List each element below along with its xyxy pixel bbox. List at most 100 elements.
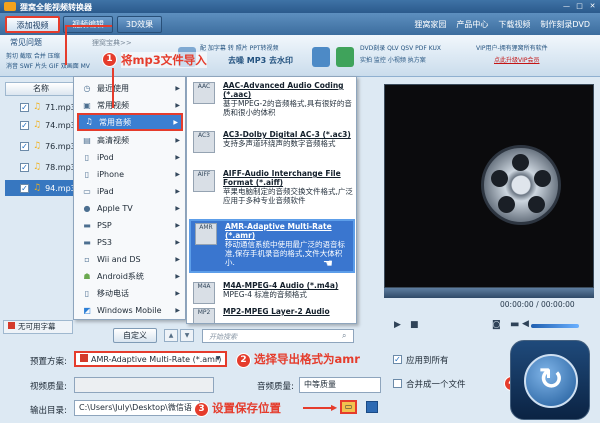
output-dir-input[interactable]: C:\Users\July\Desktop\微信语 (74, 400, 200, 416)
menu-item-windows-mobile[interactable]: ◩ Windows Mobile ▶ (77, 302, 183, 319)
menu-item-recent[interactable]: ◷最近使用▶ (77, 80, 183, 97)
close-button[interactable]: ✕ (587, 1, 598, 11)
ipod-icon: ▯ (84, 152, 90, 162)
maximize-button[interactable]: □ (574, 1, 585, 11)
menu-item-common-audio[interactable]: ♫ 常用音频 ▶ (77, 113, 183, 131)
menu-item-ipod[interactable]: ▯ iPod ▶ (77, 149, 183, 166)
submenu-arrow-icon: ▶ (175, 188, 180, 195)
file-row[interactable]: ✓ ♫ 74.mp3 (5, 117, 77, 133)
annotation-save: 设置保存位置 (212, 401, 281, 415)
stop-icon[interactable]: ■ (410, 320, 419, 330)
iphone-icon: ▯ (84, 169, 90, 179)
minimize-button[interactable]: — (561, 1, 572, 11)
preset-select[interactable]: AMR-Adaptive Multi-Rate (*.amr) (74, 351, 227, 367)
chevron-down-icon[interactable]: ▼ (211, 353, 225, 366)
subtitle-select[interactable]: 无可用字幕 (3, 320, 73, 334)
m4a-file-icon: M4A (193, 282, 215, 304)
format-item-m4a[interactable]: M4A M4A-MPEG-4 Audio (*.m4a) MPEG-4 标准的音… (189, 280, 355, 304)
ipad-icon: ▭ (83, 186, 91, 196)
link-download-video[interactable]: 下载视频 (498, 19, 530, 30)
submenu-arrow-icon: ▶ (175, 290, 180, 297)
aac-file-icon: AAC (193, 82, 215, 104)
checkbox[interactable]: ✓ (20, 141, 29, 151)
menu-item-mobile-phone[interactable]: ▯ 移动电话 ▶ (77, 285, 183, 302)
move-down-button[interactable]: ▼ (180, 329, 194, 342)
merge-label: 合并成一个文件 (406, 380, 466, 390)
open-folder-icon[interactable] (366, 401, 378, 413)
vip-upgrade-link[interactable]: 点此升级VIP会员 (494, 56, 540, 65)
clock-icon: ◷ (83, 83, 91, 93)
submenu-arrow-icon: ▶ (175, 171, 180, 178)
volume-slider[interactable] (531, 324, 579, 328)
film-reel-icon (481, 145, 561, 225)
menu-item-common-video[interactable]: ▣常用视频▶ (77, 97, 183, 114)
audio-quality-label: 音频质量: (257, 382, 294, 392)
mouse-cursor-icon: ☚ (323, 257, 333, 270)
speaker-icon[interactable]: ◀ (522, 319, 529, 329)
wii-icon: ▫ (84, 254, 90, 264)
checkbox[interactable]: ✓ (20, 162, 29, 172)
format-item-aac[interactable]: AAC AAC-Advanced Audio Coding (*.aac) 基于… (189, 80, 355, 118)
menu-item-ps3[interactable]: ▬ PS3 ▶ (77, 234, 183, 251)
convert-icon: ↻ (524, 354, 578, 408)
feature-list-dvd-1[interactable]: DVD刻录 QLV QSV PDF KUX (360, 44, 441, 53)
menu-item-hd-video[interactable]: ▤ 高清视频 ▶ (77, 132, 183, 149)
file-row-selected[interactable]: ✓ ♫ 94.mp3 (5, 180, 77, 196)
menu-item-iphone[interactable]: ▯ iPhone ▶ (77, 166, 183, 183)
convert-button[interactable]: ↻ (510, 340, 590, 420)
camera-icon[interactable]: ◙ (492, 320, 501, 330)
checkbox[interactable]: ✓ (20, 102, 29, 112)
vip-text: VIP用户-拥有狸窝所有软件 (476, 45, 548, 52)
file-row[interactable]: ✓ ♫ 71.mp3 (5, 99, 77, 115)
step-badge-3: 3 (194, 402, 209, 417)
apple-icon: ● (83, 203, 91, 213)
format-item-ac3[interactable]: AC3 AC3-Dolby Digital AC-3 (*.ac3) 支持多声道… (189, 129, 355, 153)
video-preview[interactable] (384, 84, 594, 288)
submenu-arrow-icon: ▶ (175, 102, 180, 109)
step-badge-2: 2 (236, 353, 251, 368)
format-item-mp2[interactable]: MP2 MP2-MPEG Layer-2 Audio (189, 306, 355, 323)
feature-list-mid-1[interactable]: 配 加字幕 转 照片 PPT转视频 (200, 44, 279, 53)
feature-list-dvd-2[interactable]: 实拍 监控 小视频 执方案 (360, 56, 426, 65)
file-row[interactable]: ✓ ♫ 78.mp3 (5, 159, 77, 175)
link-home[interactable]: 狸窝家园 (414, 19, 446, 30)
customize-button[interactable]: 自定义 (113, 328, 157, 343)
ps3-icon: ▬ (83, 237, 91, 247)
checkbox[interactable]: ✓ (20, 183, 29, 193)
amr-format-icon (80, 354, 88, 362)
hd-icon: ▤ (83, 135, 91, 145)
menu-item-ipad[interactable]: ▭ iPad ▶ (77, 183, 183, 200)
music-note-icon: ♫ (33, 183, 42, 193)
audio-quality-select[interactable]: 中等质量 (299, 377, 381, 393)
play-icon[interactable]: ▶ (394, 320, 401, 330)
menu-item-psp[interactable]: ▬ PSP ▶ (77, 217, 183, 234)
move-up-button[interactable]: ▲ (164, 329, 178, 342)
add-video-button[interactable]: 添加视频 (5, 16, 60, 33)
merge-checkbox[interactable] (393, 379, 402, 388)
android-icon: ☗ (83, 271, 91, 281)
file-row[interactable]: ✓ ♫ 76.mp3 (5, 138, 77, 154)
folder-icon[interactable]: ▬ (510, 319, 519, 330)
category-menu: ◷最近使用▶ ▣常用视频▶ ♫常用音频▶ ▤高清视频▶ ▯iPod▶ ▯iPho… (73, 76, 186, 320)
seek-bar[interactable] (384, 288, 594, 298)
format-item-aiff[interactable]: AIFF AIFF-Audio Interchange File Format … (189, 168, 355, 206)
menu-item-apple-tv[interactable]: ● Apple TV ▶ (77, 200, 183, 217)
video-quality-select[interactable] (74, 377, 214, 393)
video-quality-label: 视频质量: (30, 382, 67, 392)
feature-list-left-1[interactable]: 剪切 截取 合并 压缩 (6, 52, 60, 61)
ac3-file-icon: AC3 (193, 131, 215, 153)
folder-button[interactable]: ▭ (340, 400, 357, 414)
format-search-input[interactable]: 开始搜索 (202, 329, 354, 343)
menu-item-wii-ds[interactable]: ▫ Wii and DS ▶ (77, 251, 183, 268)
feature-list-mid-2[interactable]: 去噪 MP3 去水印 (228, 56, 293, 65)
checkbox[interactable]: ✓ (20, 120, 29, 130)
file-list-header[interactable]: 名称 (5, 82, 77, 96)
link-dvd[interactable]: 制作刻录DVD (540, 19, 590, 30)
link-products[interactable]: 产品中心 (456, 19, 488, 30)
dvd-icon (312, 47, 330, 67)
apply-all-checkbox[interactable]: ✓ (393, 355, 402, 364)
menu-item-android[interactable]: ☗ Android系统 ▶ (77, 268, 183, 285)
tab-faq[interactable]: 常见问题 (10, 37, 42, 48)
step-badge-1: 1 (102, 52, 117, 67)
3d-effect-button[interactable]: 3D效果 (117, 16, 162, 33)
